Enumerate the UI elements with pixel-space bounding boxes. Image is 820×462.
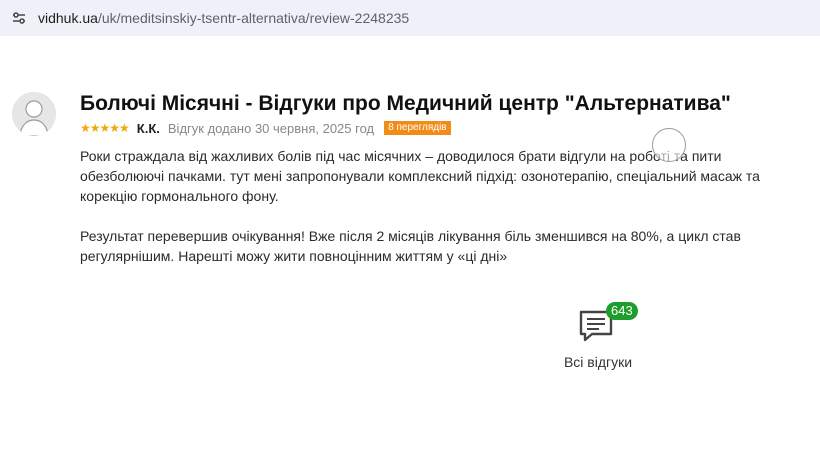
all-reviews-button[interactable]: 643 Всі відгуки: [550, 298, 646, 372]
site-info-icon[interactable]: [4, 3, 34, 33]
rating-stars: ★★★★★: [80, 121, 130, 135]
all-reviews-label: Всі відгуки: [563, 354, 633, 370]
user-avatar-icon: [12, 92, 56, 136]
all-reviews-icon-wrap: 643: [578, 302, 638, 344]
review-meta: ★★★★★ К.К. Відгук додано 30 червня, 2025…: [80, 119, 790, 137]
review-author[interactable]: К.К.: [137, 121, 160, 136]
address-bar[interactable]: vidhuk.ua/uk/meditsinskiy-tsentr-alterna…: [0, 0, 820, 36]
review-paragraph: Роки страждала від жахливих болів під ча…: [80, 148, 760, 204]
url-text[interactable]: vidhuk.ua/uk/meditsinskiy-tsentr-alterna…: [38, 10, 409, 26]
url-path: /uk/meditsinskiy-tsentr-alternativa/revi…: [97, 10, 410, 26]
review-content: Болючі Місячні - Відгуки про Медичний це…: [80, 90, 790, 266]
review-title: Болючі Місячні - Відгуки про Медичний це…: [80, 92, 731, 115]
avatar: [12, 92, 56, 136]
url-host: vidhuk.ua: [38, 10, 98, 26]
review-date: Відгук додано 30 червня, 2025 год: [167, 120, 375, 136]
review-body: Роки страждала від жахливих болів під ча…: [80, 146, 790, 266]
views-badge: 8 переглядів: [384, 121, 451, 135]
cursor-indicator: [652, 128, 686, 162]
review-count-badge: 643: [606, 302, 638, 320]
review-paragraph: Результат перевершив очікування! Вже піс…: [80, 228, 741, 264]
